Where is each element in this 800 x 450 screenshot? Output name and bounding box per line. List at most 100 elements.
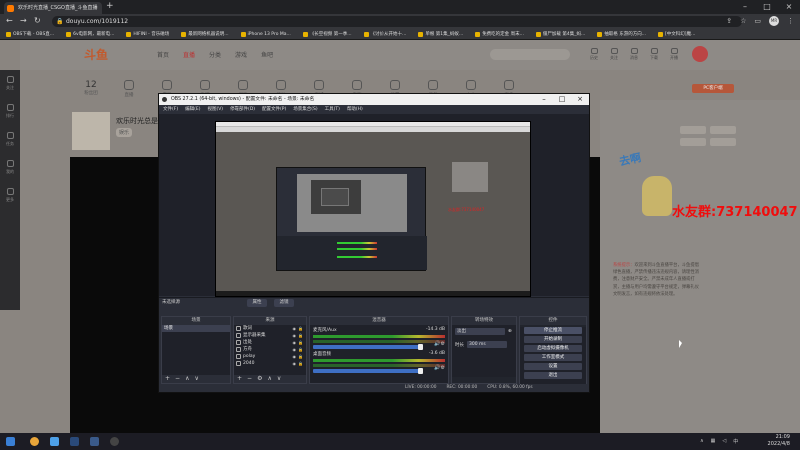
control-button[interactable]: 设置 (524, 363, 582, 370)
obs-menu-item[interactable]: 场景集合(S) (293, 105, 317, 114)
obs-menu-item[interactable]: 停靠部件(D) (230, 105, 255, 114)
close-tab-icon[interactable]: × (94, 2, 98, 14)
source-down-icon[interactable]: ∨ (277, 375, 281, 383)
visibility-eye-icon[interactable]: ◉ (293, 325, 297, 332)
left-rail-item[interactable]: 排行 (0, 98, 20, 126)
header-icon-item[interactable]: 开播 (670, 48, 678, 61)
forward-icon[interactable]: → (20, 16, 27, 25)
obs-menu-item[interactable]: 编辑(E) (185, 105, 200, 114)
control-button[interactable]: 停止推流 (524, 327, 582, 334)
obs-preview[interactable]: 水友群:737140047 (159, 114, 589, 297)
lock-icon[interactable]: 🔒 (298, 360, 303, 367)
obs-maximize-icon[interactable]: □ (553, 94, 571, 105)
share-icon[interactable]: ⇪ (726, 17, 732, 25)
duration-input[interactable]: 300 ms (467, 341, 507, 348)
bookmark-item[interactable]: iPhone 13 Pro Ma... (240, 29, 291, 39)
source-item[interactable]: 显示器采集 ◉ 🔒 (234, 332, 306, 339)
transition-select[interactable]: 淡出 (455, 328, 505, 335)
lock-icon[interactable]: 🔒 (298, 339, 303, 346)
douyu-logo[interactable]: 斗鱼 (84, 46, 108, 63)
move-down-icon[interactable]: ∨ (194, 375, 198, 383)
tray-up-icon[interactable]: ∧ (700, 438, 704, 445)
control-button[interactable]: 工作室模式 (524, 354, 582, 361)
control-button[interactable]: 开始录制 (524, 336, 582, 343)
category-item[interactable]: 直播 (118, 80, 140, 98)
obs-menu-item[interactable]: 视图(V) (207, 105, 223, 114)
visibility-eye-icon[interactable]: ◉ (293, 346, 297, 353)
menu-icon[interactable]: ⋮ (787, 17, 794, 25)
left-rail-item[interactable]: 关注 (0, 70, 20, 98)
lock-icon[interactable]: 🔒 (298, 346, 303, 353)
browser-tab[interactable]: 欢乐时光直播_CSGO直播_斗鱼直播 × (4, 2, 102, 14)
properties-button[interactable]: 属性 (247, 299, 267, 307)
site-search-input[interactable] (490, 49, 570, 60)
lock-icon[interactable]: 🔒 (298, 353, 303, 360)
obs-minimize-icon[interactable]: – (535, 94, 553, 105)
obs-menu-item[interactable]: 配置文件(P) (262, 105, 286, 114)
add-source-icon[interactable]: + (237, 375, 242, 383)
source-item[interactable]: 出处 ◉ 🔒 (234, 339, 306, 346)
maximize-icon[interactable]: □ (756, 0, 778, 14)
header-icon-item[interactable]: 消息 (630, 48, 638, 61)
bookmark-item[interactable]: OBS下载 - OBS直... (6, 29, 54, 39)
header-icon-item[interactable]: 历史 (590, 48, 598, 61)
panel-button-3[interactable] (680, 138, 706, 146)
streamer-avatar[interactable] (72, 112, 110, 150)
bookmark-item[interactable]: 最新网络机器说明... (181, 29, 229, 39)
filters-button[interactable]: 滤镜 (274, 299, 294, 307)
visibility-eye-icon[interactable]: ◉ (293, 339, 297, 346)
extensions-icon[interactable]: ▭ (754, 17, 761, 25)
bookmark-item[interactable]: 《长空视频 第一季... (302, 29, 352, 39)
site-nav-item[interactable]: 游戏 (235, 50, 247, 59)
source-settings-icon[interactable]: ⚙ (257, 375, 262, 383)
site-nav-item[interactable]: 直播 (183, 50, 195, 59)
header-icon-item[interactable]: 关注 (610, 48, 618, 61)
bookmark-item[interactable]: 抽取格 东游的方向... (597, 29, 646, 39)
site-nav-item[interactable]: 首页 (157, 50, 169, 59)
clock[interactable]: 21:09 2022/4/8 (768, 434, 790, 448)
volume-slider-knob[interactable] (418, 368, 424, 374)
minimize-icon[interactable]: – (734, 0, 756, 14)
profile-avatar[interactable]: MR (769, 16, 779, 26)
bookmark-item[interactable]: 单根 第1集_蚂蚁... (418, 29, 463, 39)
bookmark-item[interactable]: 《讨价从开始十... (363, 29, 406, 39)
url-bar[interactable]: 🔒 douyu.com/1019112 (52, 16, 742, 27)
source-item[interactable]: 2040 ◉ 🔒 (234, 360, 306, 367)
network-icon[interactable]: ▦ (711, 438, 716, 445)
steam-icon[interactable] (70, 437, 79, 446)
scene-item[interactable]: 场景 (162, 325, 230, 332)
control-button[interactable]: 启动虚拟摄像机 (524, 345, 582, 352)
left-rail-item[interactable]: 更多 (0, 182, 20, 210)
pc-client-button[interactable]: PC客户端 (692, 84, 734, 93)
lock-icon[interactable]: 🔒 (298, 332, 303, 339)
left-rail-item[interactable]: 我的 (0, 154, 20, 182)
bookmark-star-icon[interactable]: ☆ (740, 17, 746, 25)
new-tab-icon[interactable]: + (106, 1, 114, 11)
speaker-gear-icon[interactable]: 🔊⚙ (434, 365, 445, 371)
bookmark-item[interactable]: HIFINI - 音乐磁场 (126, 29, 169, 39)
user-avatar[interactable] (692, 46, 708, 62)
remove-scene-icon[interactable]: − (175, 375, 180, 383)
visibility-eye-icon[interactable]: ◉ (293, 360, 297, 367)
streamer-tag[interactable]: 娱乐 (116, 128, 133, 137)
visibility-eye-icon[interactable]: ◉ (293, 332, 297, 339)
speaker-gear-icon[interactable]: 🔊⚙ (434, 341, 445, 347)
volume-icon[interactable]: ◁ (722, 438, 726, 445)
control-button[interactable]: 退出 (524, 372, 582, 379)
obs-menu-item[interactable]: 帮助(H) (347, 105, 363, 114)
panel-button-1[interactable] (680, 126, 706, 134)
reload-icon[interactable]: ↻ (34, 16, 41, 25)
panel-button-2[interactable] (710, 126, 736, 134)
remove-source-icon[interactable]: − (247, 375, 252, 383)
move-up-icon[interactable]: ∧ (185, 375, 189, 383)
explorer-icon[interactable] (50, 437, 59, 446)
chrome-icon[interactable] (30, 437, 39, 446)
obs-menu-item[interactable]: 工具(T) (325, 105, 340, 114)
visibility-eye-icon[interactable]: ◉ (293, 353, 297, 360)
header-icon-item[interactable]: 下载 (650, 48, 658, 61)
volume-slider[interactable] (313, 368, 424, 374)
panel-button-4[interactable] (710, 138, 736, 146)
bookmark-item[interactable]: 免费吃的定金 周末... (475, 29, 524, 39)
source-item[interactable]: polay ◉ 🔒 (234, 353, 306, 360)
ime-icon[interactable]: 中 (733, 438, 738, 445)
